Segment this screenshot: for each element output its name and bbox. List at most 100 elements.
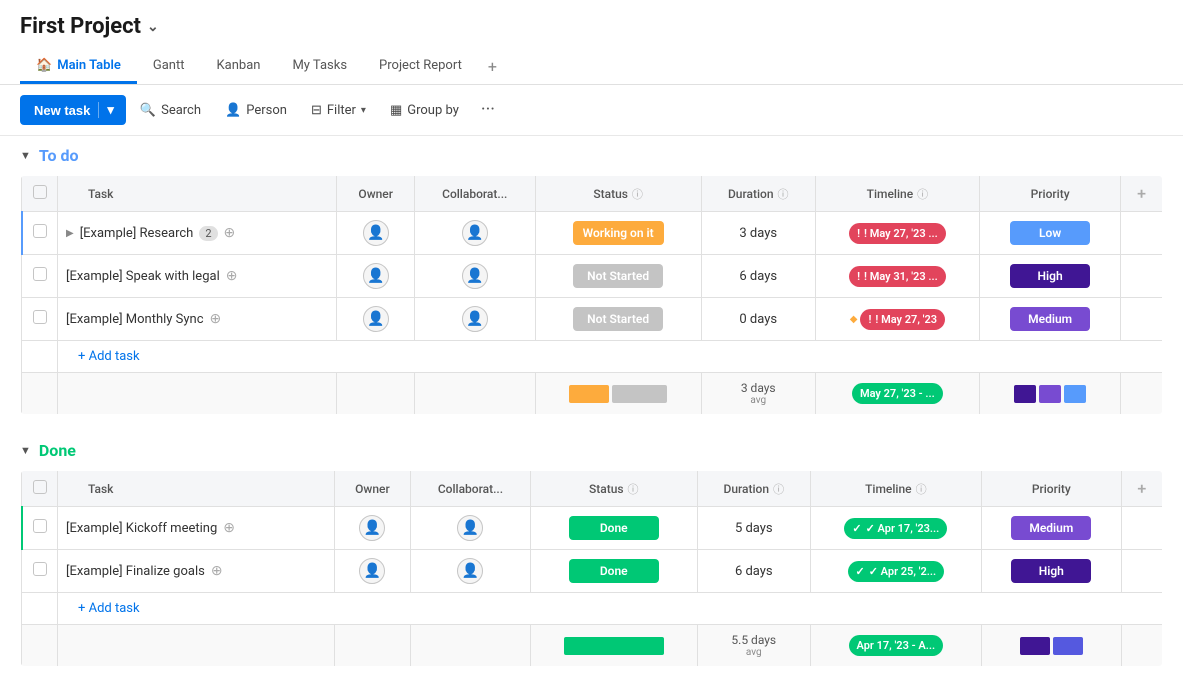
todo-summary-row: 3 days avg May 27, '23 - ... [22,373,1163,415]
add-subtask-icon[interactable]: ⊕ [211,563,223,579]
priority-badge: High [1010,264,1090,288]
search-button[interactable]: 🔍 Search [130,97,211,124]
timeline-cell[interactable]: !! May 27, '23 ... [815,212,979,255]
todo-collab-column-header: Collaborat... [414,176,535,212]
group-by-button[interactable]: ▦ Group by [380,97,469,124]
collab-cell[interactable]: 👤 [414,298,535,341]
timeline-cell[interactable]: ◆ !! May 27, '23 [815,298,979,341]
add-task-row[interactable]: + Add task [22,341,1163,373]
todo-add-column-header[interactable]: + [1121,176,1163,212]
owner-cell[interactable]: 👤 [337,298,415,341]
done-add-column-header[interactable]: + [1121,471,1162,507]
table-row: [Example] Kickoff meeting ⊕ 👤 👤 Done 5 d… [22,507,1163,550]
row-checkbox[interactable] [33,267,47,281]
add-task-label[interactable]: + Add task [58,341,1163,373]
priority-cell[interactable]: High [981,550,1121,593]
add-column-icon[interactable]: + [1137,184,1146,203]
owner-cell[interactable]: 👤 [334,550,411,593]
todo-toggle-icon[interactable]: ▼ [20,149,31,162]
row-checkbox[interactable] [33,562,47,576]
timeline-info-icon[interactable]: ⓘ [917,186,928,202]
add-subtask-icon[interactable]: ⊕ [223,520,235,536]
done-status-info-icon[interactable]: ⓘ [628,481,639,497]
duration-info-icon[interactable]: ⓘ [778,186,789,202]
status-cell[interactable]: Not Started [535,298,701,341]
todo-table-wrap: Task Owner Collaborat... Status ⓘ [0,175,1183,415]
row-checkbox-cell[interactable] [22,550,58,593]
done-timeline-info-icon[interactable]: ⓘ [916,481,927,497]
collab-cell[interactable]: 👤 [411,507,530,550]
todo-task-column-header: Task [58,176,337,212]
timeline-cell[interactable]: !! May 31, '23 ... [815,255,979,298]
priority-cell[interactable]: Low [980,212,1121,255]
done-duration-info-icon[interactable]: ⓘ [773,481,784,497]
done-add-column-icon[interactable]: + [1137,479,1146,498]
more-options-button[interactable]: ··· [473,95,503,125]
priority-bar-high [1014,385,1036,403]
table-row: [Example] Speak with legal ⊕ 👤 👤 Not Sta… [22,255,1163,298]
add-subtask-icon[interactable]: ⊕ [210,311,222,327]
status-cell[interactable]: Done [530,507,697,550]
tab-add-button[interactable]: + [478,49,507,84]
priority-cell[interactable]: High [980,255,1121,298]
row-checkbox-cell[interactable] [22,212,58,255]
owner-cell[interactable]: 👤 [334,507,411,550]
table-row: ▶ [Example] Research 2 ⊕ 👤 👤 Working on … [22,212,1163,255]
status-cell[interactable]: Not Started [535,255,701,298]
done-section-header[interactable]: ▼ Done [0,431,1183,470]
new-task-button[interactable]: New task ▾ [20,95,126,125]
owner-cell[interactable]: 👤 [337,255,415,298]
collab-avatar: 👤 [462,263,488,289]
owner-cell[interactable]: 👤 [337,212,415,255]
select-all-checkbox-done[interactable] [33,480,47,494]
todo-header-row: Task Owner Collaborat... Status ⓘ [22,176,1163,212]
row-checkbox[interactable] [33,310,47,324]
todo-select-all-header[interactable] [22,176,58,212]
filter-button[interactable]: ⊟ Filter ▾ [301,97,376,124]
project-title-chevron[interactable]: ⌄ [147,19,159,35]
status-cell[interactable]: Done [530,550,697,593]
done-priority-summary [981,625,1121,667]
done-owner-column-header: Owner [334,471,411,507]
done-add-task-row[interactable]: + Add task [22,593,1163,625]
expand-arrow-icon[interactable]: ▶ [66,228,74,239]
row-checkbox-cell[interactable] [22,507,58,550]
timeline-cell[interactable]: ✓✓ Apr 25, '2... [810,550,981,593]
add-subtask-icon[interactable]: ⊕ [224,225,236,241]
tab-project-report[interactable]: Project Report [363,50,478,84]
owner-avatar: 👤 [363,220,389,246]
task-name-cell: ▶ [Example] Research 2 ⊕ [58,212,337,255]
priority-cell[interactable]: Medium [980,298,1121,341]
add-subtask-icon[interactable]: ⊕ [226,268,238,284]
tab-my-tasks[interactable]: My Tasks [276,50,363,84]
tab-kanban[interactable]: Kanban [200,50,276,84]
status-info-icon[interactable]: ⓘ [632,186,643,202]
collab-avatar: 👤 [462,220,488,246]
group-by-icon: ▦ [390,103,402,118]
priority-cell[interactable]: Medium [981,507,1121,550]
collab-cell[interactable]: 👤 [411,550,530,593]
done-timeline-summary: Apr 17, '23 - A... [810,625,981,667]
row-checkbox-cell[interactable] [22,298,58,341]
collab-cell[interactable]: 👤 [414,255,535,298]
select-all-checkbox[interactable] [33,185,47,199]
todo-status-column-header: Status ⓘ [535,176,701,212]
person-button[interactable]: 👤 Person [215,97,297,124]
status-badge: Done [569,516,659,540]
row-checkbox[interactable] [33,519,47,533]
tab-main-table[interactable]: 🏠 Main Table [20,50,137,84]
new-task-dropdown-arrow[interactable]: ▾ [98,102,114,118]
done-select-all-header[interactable] [22,471,58,507]
tab-gantt[interactable]: Gantt [137,50,201,84]
row-checkbox[interactable] [33,224,47,238]
row-checkbox-cell[interactable] [22,255,58,298]
status-cell[interactable]: Working on it [535,212,701,255]
done-toggle-icon[interactable]: ▼ [20,444,31,457]
todo-section-header[interactable]: ▼ To do [0,136,1183,175]
duration-cell: 6 days [701,255,815,298]
collab-cell[interactable]: 👤 [414,212,535,255]
done-add-task-label[interactable]: + Add task [58,593,1163,625]
status-badge: Working on it [573,221,664,245]
todo-table: Task Owner Collaborat... Status ⓘ [20,175,1163,415]
timeline-cell[interactable]: ✓✓ Apr 17, '23... [810,507,981,550]
